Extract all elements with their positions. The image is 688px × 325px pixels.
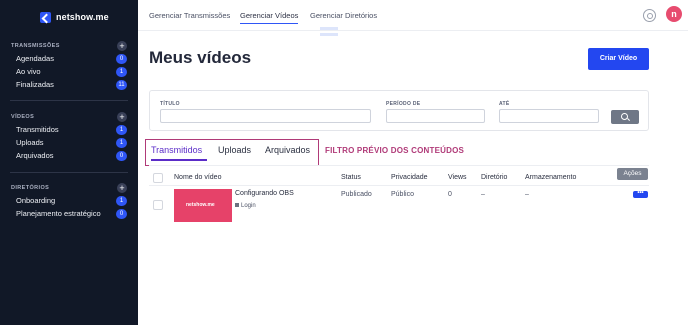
title-filter-input[interactable] xyxy=(160,109,371,123)
sidebar-item-label: Planejamento estratégico xyxy=(16,209,101,218)
sidebar-section-title: TRANSMISSÕES xyxy=(11,43,60,49)
tab-arquivados[interactable]: Arquivados xyxy=(265,145,310,155)
gear-icon[interactable] xyxy=(643,9,656,22)
row-checkbox[interactable] xyxy=(153,200,163,210)
nav-gerenciar-transmissoes[interactable]: Gerenciar Transmissões xyxy=(149,11,230,20)
sidebar-item-label: Uploads xyxy=(16,138,44,147)
sidebar-item-label: Transmitidos xyxy=(16,125,59,134)
sidebar-section-header: DIRETÓRIOS + xyxy=(11,182,127,194)
count-badge: 1 xyxy=(116,66,127,77)
count-badge: 1 xyxy=(116,137,127,148)
count-badge: 0 xyxy=(116,150,127,161)
video-access-label: Login xyxy=(241,203,256,209)
drag-ghost-artifact xyxy=(320,27,338,43)
nav-gerenciar-videos[interactable]: Gerenciar Vídeos xyxy=(240,11,299,24)
sidebar-item-label: Finalizadas xyxy=(16,80,54,89)
sidebar-item-label: Ao vivo xyxy=(16,67,41,76)
sidebar-item-label: Onboarding xyxy=(16,196,56,205)
more-icon[interactable]: ••• xyxy=(633,190,648,198)
lock-icon xyxy=(235,203,239,207)
sidebar-section-title: DIRETÓRIOS xyxy=(11,185,50,191)
period-until-input[interactable] xyxy=(499,109,599,123)
sidebar-item-finalizadas[interactable]: Finalizadas 11 xyxy=(16,78,127,91)
top-nav: Gerenciar Transmissões Gerenciar Vídeos … xyxy=(138,0,688,31)
header-nome: Nome do vídeo xyxy=(174,174,222,181)
header-diretorio: Diretório xyxy=(481,174,508,181)
sidebar-item-ao-vivo[interactable]: Ao vivo 1 xyxy=(16,65,127,78)
sidebar-section-videos: VÍDEOS + Transmitidos 1 Uploads 1 Arquiv… xyxy=(0,111,138,162)
add-transmissao-plus-icon[interactable]: + xyxy=(117,41,127,51)
nav-gerenciar-diretorios[interactable]: Gerenciar Diretórios xyxy=(310,11,377,20)
search-icon[interactable] xyxy=(611,110,639,124)
title-filter-label: TÍTULO xyxy=(160,101,180,107)
sidebar-divider xyxy=(10,100,128,101)
count-badge: 1 xyxy=(116,195,127,206)
annotation-label: FILTRO PRÉVIO DOS CONTEÚDOS xyxy=(325,146,465,155)
actions-button[interactable]: Ações xyxy=(617,168,648,180)
sidebar-item-agendadas[interactable]: Agendadas 0 xyxy=(16,52,127,65)
sidebar-item-arquivados[interactable]: Arquivados 0 xyxy=(16,149,127,162)
period-from-label: PERÍODO DE xyxy=(386,101,421,107)
sidebar-section-header: TRANSMISSÕES + xyxy=(11,40,127,52)
tabs-divider xyxy=(149,165,649,166)
sidebar-section-diretorios: DIRETÓRIOS + Onboarding 1 Planejamento e… xyxy=(0,182,138,220)
active-tab-indicator xyxy=(151,159,207,161)
select-all-checkbox[interactable] xyxy=(153,173,163,183)
page-title: Meus vídeos xyxy=(149,48,252,67)
header-status: Status xyxy=(341,174,361,181)
sidebar-divider xyxy=(10,172,128,173)
sidebar-item-planejamento[interactable]: Planejamento estratégico 0 xyxy=(16,207,127,220)
sidebar-section-transmissoes: TRANSMISSÕES + Agendadas 0 Ao vivo 1 Fin… xyxy=(0,40,138,91)
brand-name: netshow.me xyxy=(56,12,109,22)
video-privacy: Público xyxy=(391,191,414,198)
header-armazenamento: Armazenamento xyxy=(525,174,577,181)
sidebar: netshow.me TRANSMISSÕES + Agendadas 0 Ao… xyxy=(0,0,138,325)
period-from-input[interactable] xyxy=(386,109,485,123)
sidebar-item-onboarding[interactable]: Onboarding 1 xyxy=(16,194,127,207)
avatar[interactable]: n xyxy=(666,6,682,22)
count-badge: 11 xyxy=(116,79,127,90)
logo-icon xyxy=(40,11,51,23)
sidebar-item-label: Arquivados xyxy=(16,151,54,160)
sidebar-item-transmitidos[interactable]: Transmitidos 1 xyxy=(16,123,127,136)
add-diretorio-plus-icon[interactable]: + xyxy=(117,183,127,193)
count-badge: 1 xyxy=(116,124,127,135)
sidebar-section-header: VÍDEOS + xyxy=(11,111,127,123)
period-until-label: ATÉ xyxy=(499,101,510,107)
table-header-divider xyxy=(149,185,649,186)
count-badge: 0 xyxy=(116,208,127,219)
count-badge: 0 xyxy=(116,53,127,64)
brand[interactable]: netshow.me xyxy=(40,10,109,24)
header-privacidade: Privacidade xyxy=(391,174,428,181)
video-directory: – xyxy=(481,191,485,198)
filter-panel: TÍTULO PERÍODO DE ATÉ xyxy=(149,90,649,131)
video-status: Publicado xyxy=(341,191,372,198)
sidebar-item-label: Agendadas xyxy=(16,54,54,63)
sidebar-item-uploads[interactable]: Uploads 1 xyxy=(16,136,127,149)
sidebar-section-title: VÍDEOS xyxy=(11,114,35,120)
tab-uploads[interactable]: Uploads xyxy=(218,145,251,155)
thumbnail-text: netshow.me xyxy=(186,202,215,208)
header-views: Views xyxy=(448,174,467,181)
video-storage: – xyxy=(525,191,529,198)
add-video-plus-icon[interactable]: + xyxy=(117,112,127,122)
tab-transmitidos[interactable]: Transmitidos xyxy=(151,145,202,155)
video-title[interactable]: Configurando OBS xyxy=(235,190,294,197)
video-views: 0 xyxy=(448,191,452,198)
create-video-button[interactable]: Criar Vídeo xyxy=(588,48,649,70)
video-access: Login xyxy=(235,203,256,209)
